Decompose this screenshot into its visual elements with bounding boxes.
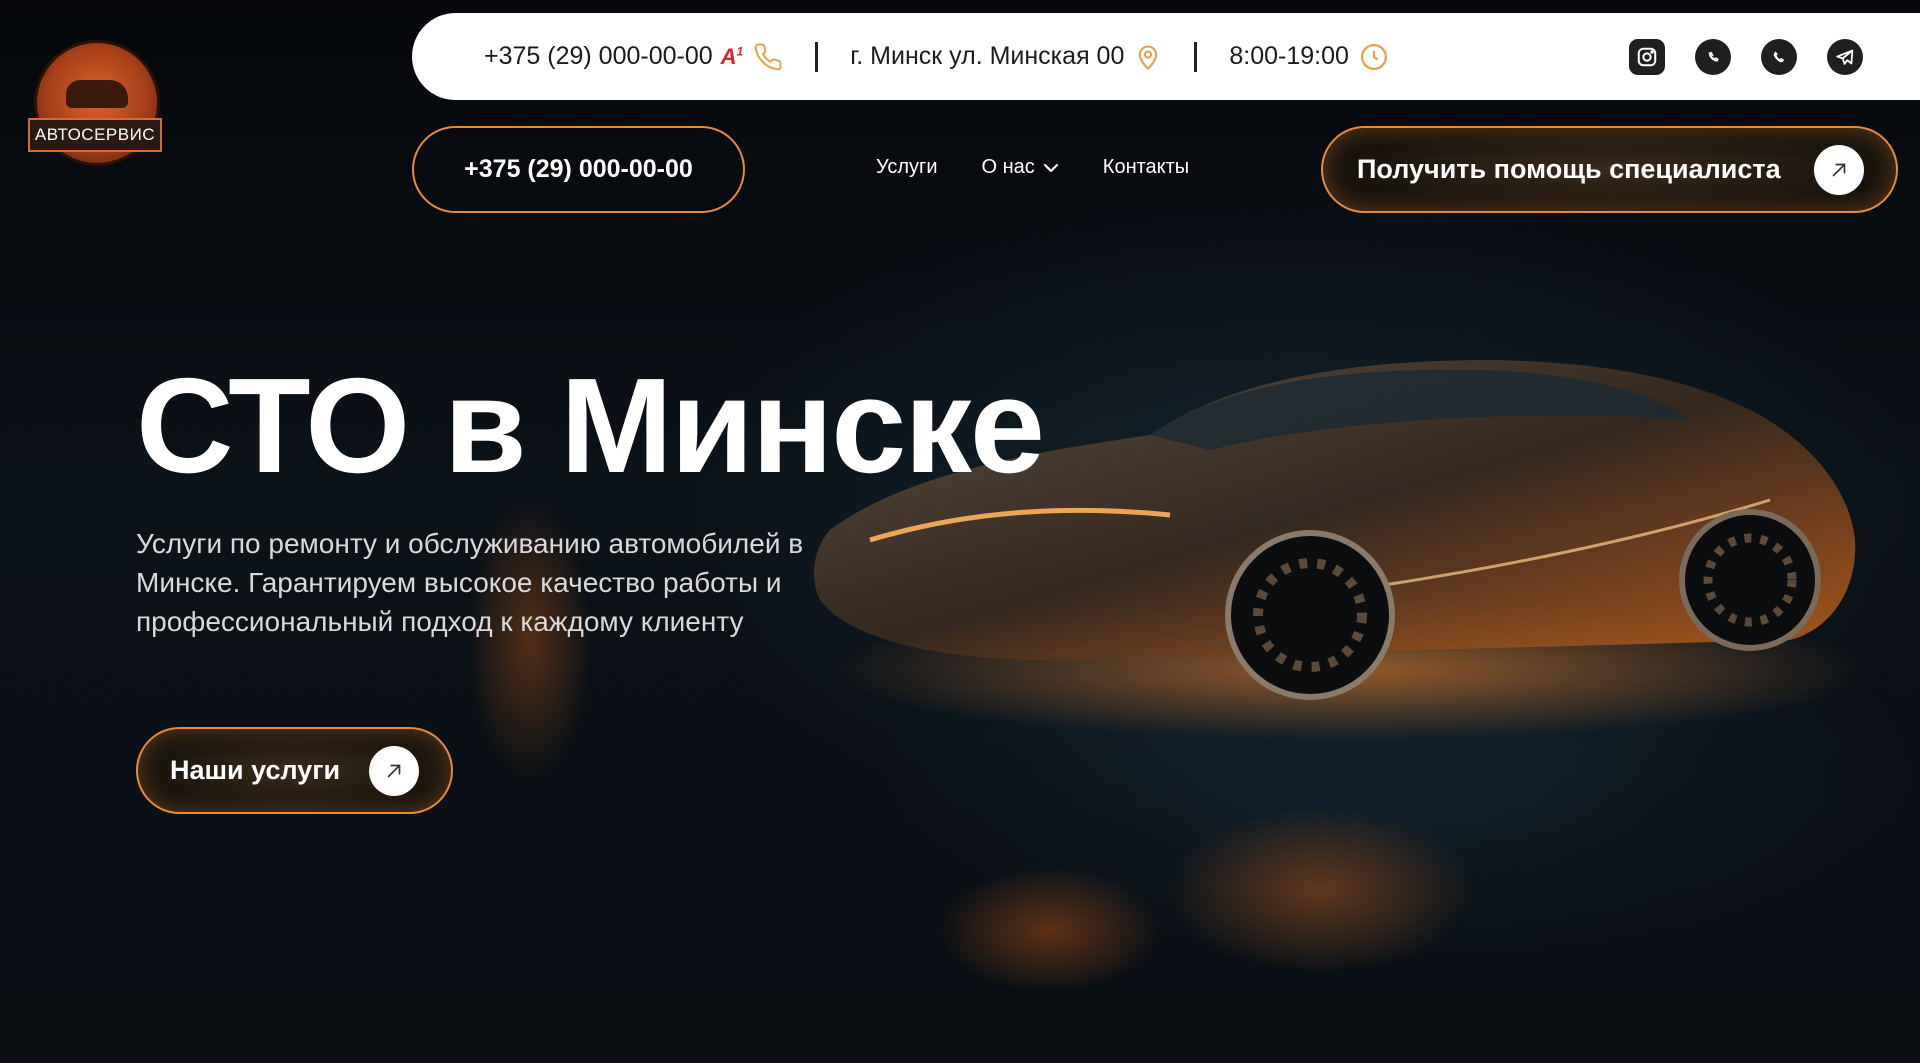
our-services-button[interactable]: Наши услуги: [136, 727, 453, 814]
nav-item-label: Услуги: [876, 156, 938, 178]
top-info-bar: +375 (29) 000-00-00 A1 г. Минск ул. Минс…: [412, 13, 1920, 100]
get-help-label: Получить помощь специалиста: [1357, 154, 1781, 184]
clock-icon: [1359, 42, 1389, 72]
viber-icon[interactable]: [1695, 38, 1731, 75]
logo-plate: АВТОСЕРВИС: [28, 118, 162, 152]
hero-subtitle-line: Услуги по ремонту и обслуживанию автомоб…: [136, 528, 804, 559]
arrow-up-right-icon: [1814, 144, 1864, 195]
topbar-phone-text: +375 (29) 000-00-00: [484, 42, 713, 70]
whatsapp-icon[interactable]: [1761, 38, 1797, 75]
nav-item-label: Контакты: [1102, 156, 1190, 178]
our-services-label: Наши услуги: [170, 755, 341, 785]
main-nav: Услуги О нас Контакты: [876, 156, 1189, 179]
header-phone-button[interactable]: +375 (29) 000-00-00: [412, 126, 745, 213]
hero-subtitle: Услуги по ремонту и обслуживанию автомоб…: [136, 524, 856, 641]
hero-subtitle-line: Минске. Гарантируем высокое качество раб…: [136, 567, 782, 598]
social-links: [1629, 38, 1863, 75]
a1-operator-icon: A1: [720, 43, 744, 69]
instagram-icon[interactable]: [1629, 38, 1665, 75]
hero-subtitle-line: профессиональный подход к каждому клиент…: [136, 606, 744, 637]
topbar-hours: 8:00-19:00: [1229, 42, 1389, 72]
header-phone-label: +375 (29) 000-00-00: [464, 155, 693, 183]
logo-text: АВТОСЕРВИС: [34, 125, 156, 144]
get-help-button[interactable]: Получить помощь специалиста: [1321, 126, 1898, 213]
logo-car-icon: [66, 80, 128, 108]
logo[interactable]: АВТОСЕРВИС: [28, 40, 166, 170]
arrow-up-right-icon: [369, 745, 419, 796]
topbar-address: г. Минск ул. Минская 00: [850, 42, 1162, 72]
chevron-down-icon: [1043, 162, 1059, 174]
location-pin-icon: [1134, 42, 1162, 72]
divider: [1194, 41, 1198, 72]
phone-icon: [753, 42, 783, 72]
nav-item-label: О нас: [981, 156, 1035, 178]
nav-item-contacts[interactable]: Контакты: [1103, 156, 1189, 179]
hero-title: СТО в Минске: [136, 350, 1045, 501]
topbar-hours-text: 8:00-19:00: [1229, 42, 1349, 70]
telegram-icon[interactable]: [1827, 38, 1863, 75]
topbar-address-text: г. Минск ул. Минская 00: [850, 42, 1125, 70]
topbar-phone[interactable]: +375 (29) 000-00-00 A1: [484, 42, 783, 72]
nav-item-services[interactable]: Услуги: [876, 156, 938, 179]
nav-item-about[interactable]: О нас: [982, 156, 1059, 179]
divider: [815, 41, 819, 72]
